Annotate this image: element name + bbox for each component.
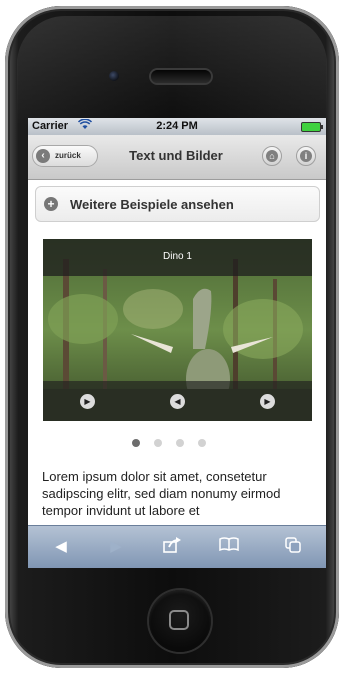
tabs-icon[interactable]: [282, 537, 304, 557]
previous-icon[interactable]: ◀: [170, 394, 185, 409]
back-arrow-icon: ‹: [36, 149, 50, 163]
image-slider[interactable]: Dino 1 ▶ ◀ ▶: [43, 239, 312, 421]
more-examples-button[interactable]: + Weitere Beispiele ansehen: [35, 186, 320, 222]
body-text: Lorem ipsum dolor sit amet, consetetur s…: [42, 469, 281, 518]
browser-toolbar: ◀ ▶: [28, 525, 326, 568]
slider-pagination: [132, 439, 222, 449]
battery-icon: [301, 122, 323, 132]
screen: Carrier 2:24 PM ‹ zurück Text und Bilder…: [28, 118, 326, 568]
slide-caption: Dino 1: [163, 251, 192, 262]
info-button[interactable]: i: [296, 146, 316, 166]
slide-caption-bar: Dino 1: [43, 239, 312, 276]
forward-icon[interactable]: ▶: [105, 537, 127, 557]
pagination-dot[interactable]: [154, 439, 162, 447]
status-bar: Carrier 2:24 PM: [28, 118, 326, 135]
next-icon[interactable]: ▶: [260, 394, 275, 409]
info-icon: i: [300, 150, 312, 162]
back-button[interactable]: ‹ zurück: [32, 145, 98, 167]
bookmarks-icon[interactable]: [218, 537, 240, 557]
plus-icon: +: [44, 197, 58, 211]
header-bar: ‹ zurück Text und Bilder ⌂ i: [28, 135, 326, 180]
home-square-icon: [169, 610, 189, 630]
home-icon: ⌂: [266, 150, 278, 162]
back-icon[interactable]: ◀: [50, 537, 72, 557]
pagination-dot[interactable]: [198, 439, 206, 447]
share-icon[interactable]: [161, 537, 183, 557]
pagination-dot[interactable]: [176, 439, 184, 447]
earpiece-speaker: [151, 70, 211, 83]
front-camera: [109, 71, 119, 81]
back-button-label: zurück: [55, 151, 81, 160]
page-title: Text und Bilder: [129, 148, 223, 163]
pagination-dot[interactable]: [132, 439, 140, 447]
play-icon[interactable]: ▶: [80, 394, 95, 409]
slider-controls: ▶ ◀ ▶: [43, 381, 312, 421]
home-header-button[interactable]: ⌂: [262, 146, 282, 166]
status-time: 2:24 PM: [156, 120, 198, 132]
home-button[interactable]: [149, 590, 211, 652]
more-examples-label: Weitere Beispiele ansehen: [70, 197, 234, 212]
